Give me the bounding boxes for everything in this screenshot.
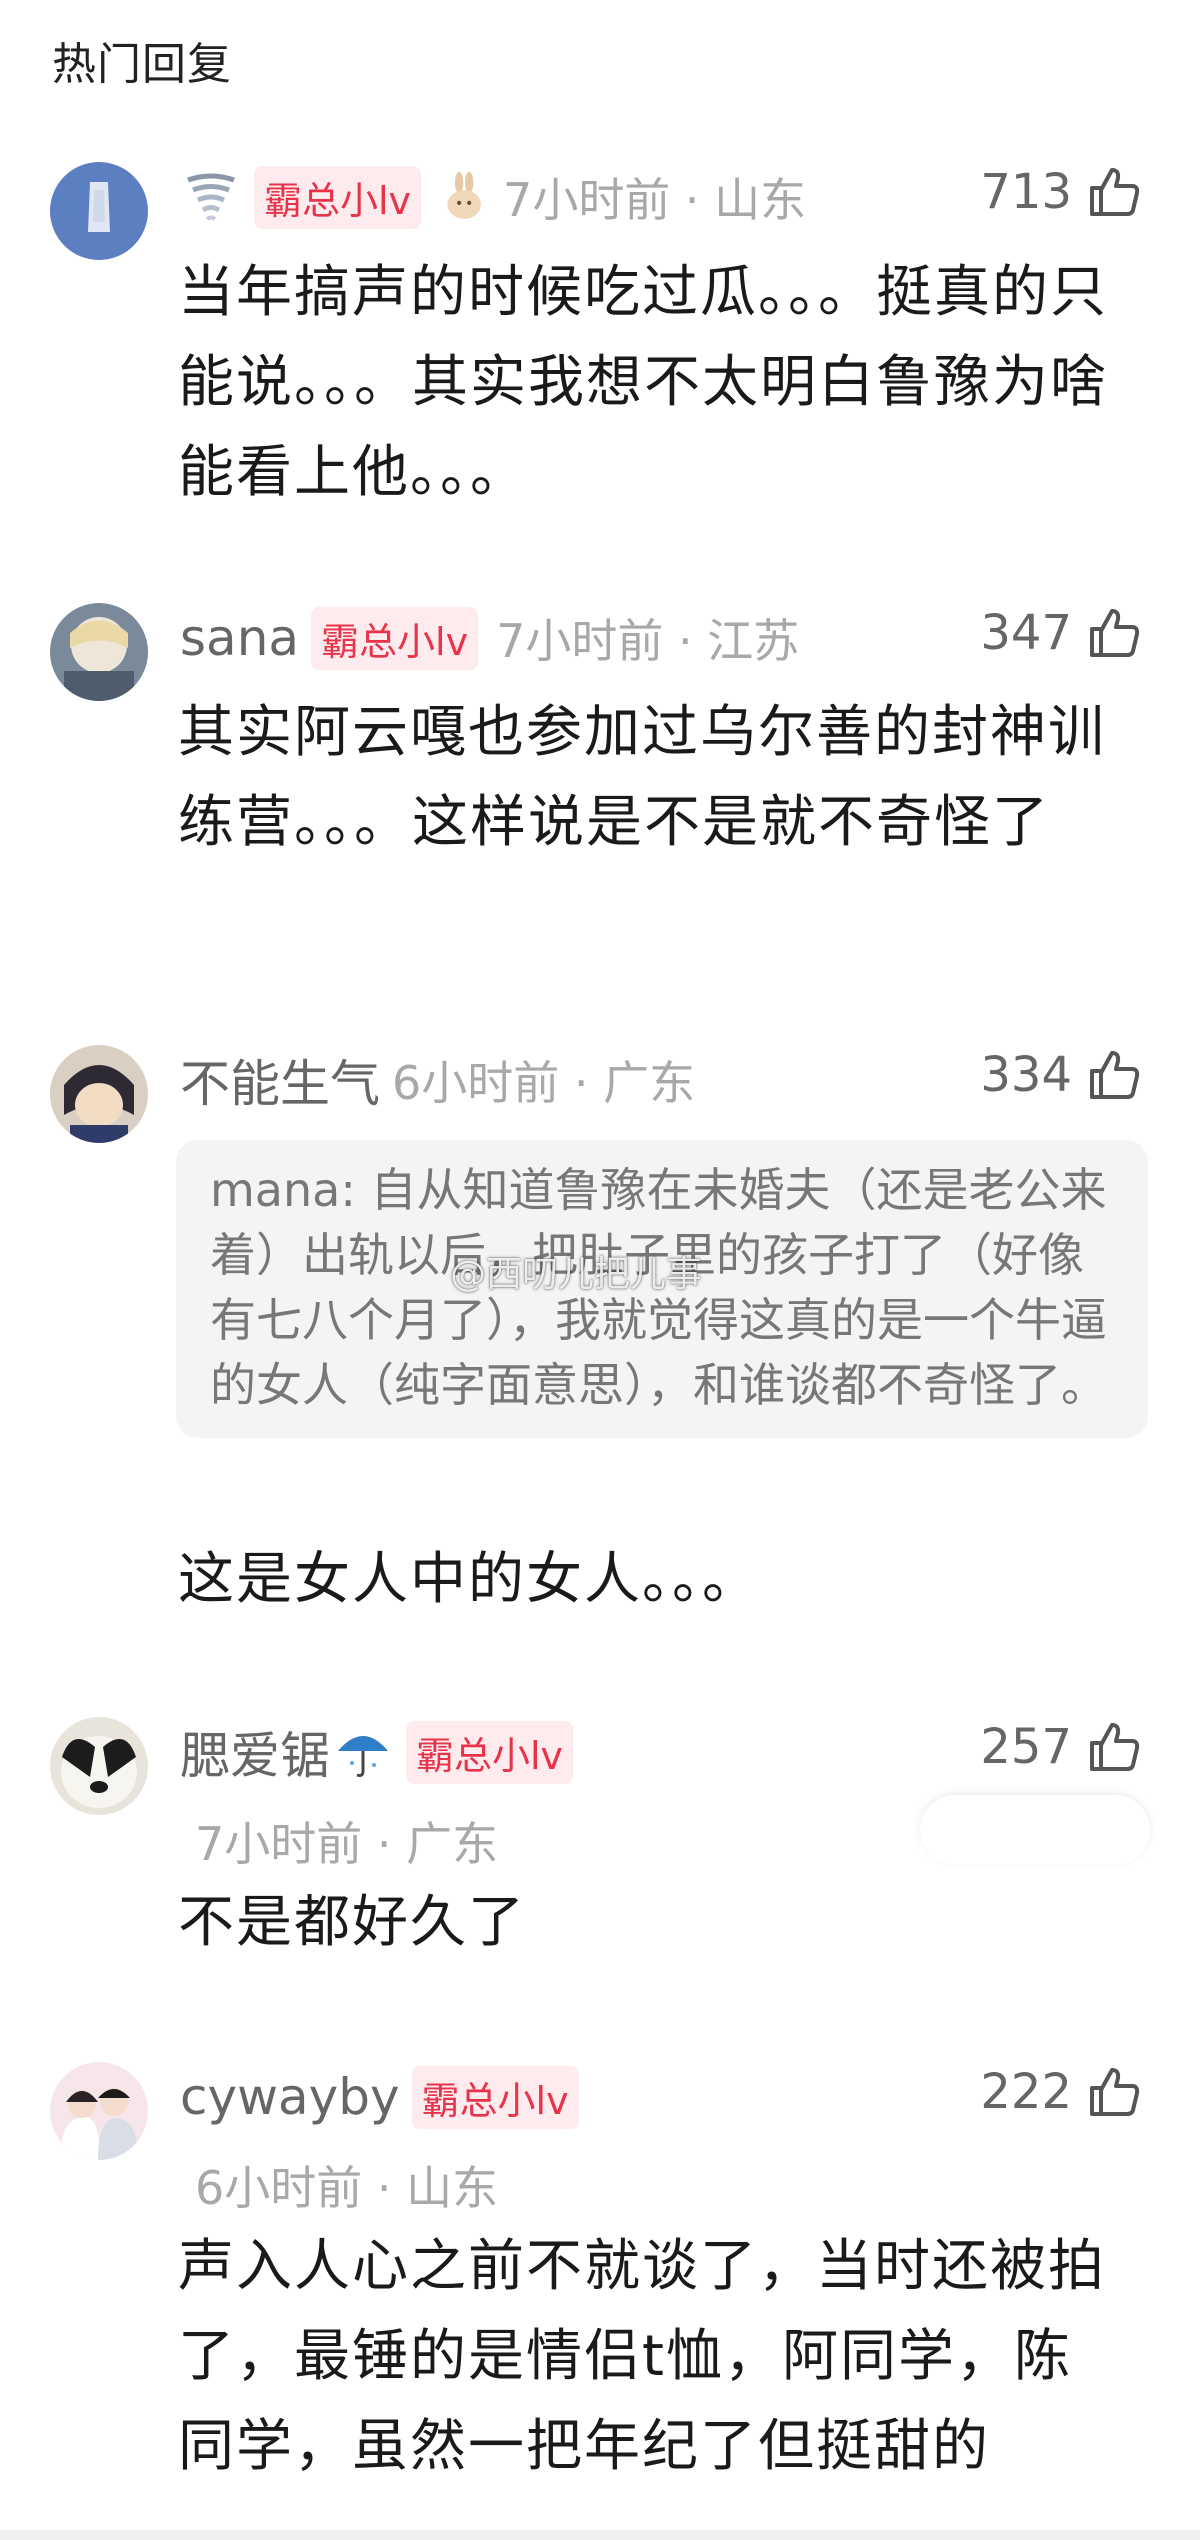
thumbs-up-icon — [1090, 609, 1140, 657]
thumbs-up-icon — [1090, 1723, 1140, 1771]
comment-text: 当年搞声的时候吃过瓜。。。挺真的只能说。。。其实我想不太明白鲁豫为啥能看上他。。… — [178, 260, 1108, 505]
time-location: 7小时前 · 山东 — [503, 173, 807, 227]
bottom-divider — [0, 2530, 1200, 2540]
page-header: 热门回复 — [52, 39, 232, 90]
username[interactable]: sana — [180, 609, 299, 667]
avatar[interactable] — [50, 162, 148, 260]
like-button[interactable]: 713 — [980, 164, 1142, 220]
watermark: @西叨儿把儿事 — [450, 1254, 703, 1295]
like-count: 347 — [980, 605, 1072, 661]
comment-text: 声入人心之前不就谈了，当时还被拍了，最锤的是情侣t恤，阿同学，陈同学，虽然一把年… — [178, 2234, 1106, 2479]
comment-text: 其实阿云嘎也参加过乌尔善的封神训练营。。。这样说是不是就不奇怪了 — [178, 700, 1106, 855]
like-button[interactable]: 222 — [980, 2064, 1142, 2120]
user-badge: 霸总小lv — [254, 165, 422, 229]
user-badge: 霸总小lv — [411, 2065, 579, 2129]
like-count: 257 — [980, 1719, 1072, 1775]
avatar[interactable] — [50, 1717, 148, 1815]
collapse-pill[interactable] — [920, 1795, 1150, 1865]
tornado-icon — [187, 173, 235, 221]
thumbs-up-icon — [1090, 2068, 1140, 2116]
thumbs-up-icon — [1090, 168, 1140, 216]
comment-text: 这是女人中的女人。。。 — [178, 1547, 760, 1612]
like-button[interactable]: 334 — [980, 1047, 1142, 1103]
user-badge: 霸总小lv — [406, 1720, 574, 1784]
like-button[interactable]: 347 — [980, 605, 1142, 661]
username[interactable]: 不能生气 — [180, 1044, 380, 1116]
time-location: 6小时前 · 山东 — [195, 2161, 499, 2215]
time-location: 7小时前 · 江苏 — [496, 614, 800, 668]
comment-text: 不是都好久了 — [178, 1890, 526, 1955]
username[interactable]: 腮爱锯 — [180, 1716, 330, 1788]
time-location: 6小时前 · 广东 — [392, 1056, 696, 1110]
user-badge: 霸总小lv — [311, 606, 479, 670]
rabbit-icon — [447, 171, 481, 219]
like-count: 222 — [980, 2064, 1072, 2120]
avatar[interactable] — [50, 1045, 148, 1143]
avatar[interactable] — [50, 2062, 148, 2160]
umbrella-icon — [338, 1736, 388, 1777]
time-location: 7小时前 · 广东 — [195, 1817, 499, 1871]
thumbs-up-icon — [1090, 1051, 1140, 1099]
avatar[interactable] — [50, 603, 148, 701]
like-count: 713 — [980, 164, 1072, 220]
like-button[interactable]: 257 — [980, 1719, 1142, 1775]
username[interactable]: cywayby — [180, 2068, 400, 2126]
like-count: 334 — [980, 1047, 1072, 1103]
